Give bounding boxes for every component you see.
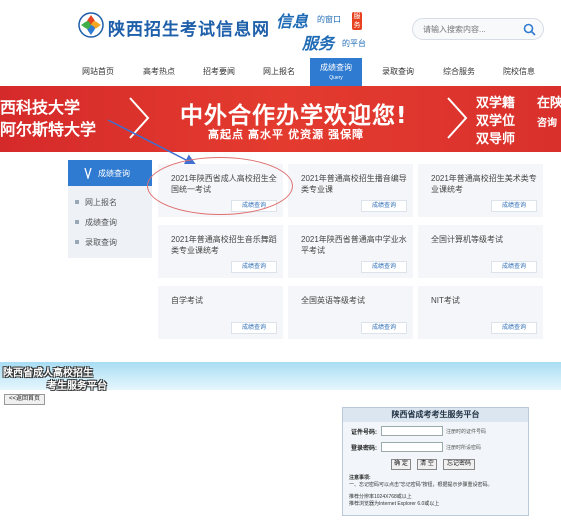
exam-card: NIT考试 成绩查询 [418, 286, 543, 339]
sidebar-item-score-query[interactable]: 成绩查询 [75, 217, 117, 228]
exam-card: 全国英语等级考试 成绩查询 [288, 286, 413, 339]
login-notes: 注意事项: 一、忘记密码可以点击"忘记密码"按钮，根据提示步骤重设密码。 推荐分… [349, 475, 525, 508]
exam-card-title: NIT考试 [431, 296, 460, 305]
banner-right-line3: 双导师 [476, 131, 516, 146]
nav-item-score-query[interactable]: 成绩查询 Query [310, 58, 362, 86]
sidebar-item-register[interactable]: 网上报名 [75, 197, 117, 208]
exam-card-title: 2021年普通高校招生音乐舞蹈类专业课统考 [171, 235, 277, 255]
exam-card: 2021年陕西省普通高中学业水平考试 成绩查询 [288, 225, 413, 278]
exam-card: 全国计算机等级考试 成绩查询 [418, 225, 543, 278]
exam-card: 2021年普通高校招生美术类专业课统考 成绩查询 [418, 164, 543, 217]
banner-right-line2: 双学位 [476, 113, 516, 128]
exam-card-title: 全国计算机等级考试 [431, 235, 503, 244]
password-field[interactable] [381, 442, 443, 452]
nav-item-schools[interactable]: 院校信息 [503, 66, 535, 77]
sidebar: 成绩查询 网上报名 成绩查询 录取查询 [68, 160, 152, 258]
slogan-line2: 服务 [302, 34, 335, 53]
forgot-password-button[interactable]: 忘记密码 [443, 459, 475, 470]
exam-card: 自学考试 成绩查询 [158, 286, 283, 339]
score-query-button[interactable]: 成绩查询 [491, 322, 537, 334]
platform-header-strip: 陕西省成人高校招生 考生服务平台 [0, 362, 561, 392]
score-query-button[interactable]: 成绩查询 [361, 200, 407, 212]
back-home-button[interactable]: <<返回首页 [4, 394, 45, 405]
score-query-button[interactable]: 成绩查询 [361, 261, 407, 273]
site-logo-icon[interactable] [78, 12, 104, 38]
sidebar-item-admission[interactable]: 录取查询 [75, 237, 117, 248]
search-icon[interactable] [523, 23, 536, 36]
note-item: 一、忘记密码可以点击"忘记密码"按钮，根据提示步骤重设密码。 [349, 482, 493, 488]
score-query-button[interactable]: 成绩查询 [491, 261, 537, 273]
nav-active-label: 成绩查询 [320, 63, 352, 72]
login-panel-title: 陕西省成考考生服务平台 [343, 408, 528, 422]
password-label: 登录密码: [351, 446, 377, 452]
main-nav: 网站首页 高考热点 招考要闻 网上报名 成绩查询 Query 录取查询 综合服务… [0, 58, 561, 86]
confirm-button[interactable]: 确 定 [391, 459, 411, 470]
nav-item-hot[interactable]: 高考热点 [143, 66, 175, 77]
page: 陕西招生考试信息网 信息 的窗口 服务 服务 的平台 网站首页 高考热点 招考要… [0, 0, 561, 530]
site-header: 陕西招生考试信息网 信息 的窗口 服务 服务 的平台 [0, 0, 561, 58]
exam-card: 2021年普通高校招生音乐舞蹈类专业课统考 成绩查询 [158, 225, 283, 278]
banner-edge-line1: 在陕 [537, 95, 561, 110]
nav-item-admission[interactable]: 录取查询 [382, 66, 414, 77]
banner-left-line2: 阿尔斯特大学 [0, 120, 97, 139]
banner-left-line1: 西科技大学 [0, 98, 81, 117]
exam-card: 2021年普通高校招生播音编导类专业课 成绩查询 [288, 164, 413, 217]
note-item: 推荐浏览器为Internet Explorer 6.0或以上 [349, 501, 440, 507]
slogan-line1-small: 的窗口 [317, 15, 341, 24]
id-number-label: 证件号码: [351, 430, 377, 436]
notes-heading: 注意事项: [349, 475, 371, 481]
chevron-right-icon [447, 97, 468, 139]
search-box [412, 18, 544, 40]
login-panel: 陕西省成考考生服务平台 证件号码: 注册时的证件号码 登录密码: 注册时所设密码… [342, 407, 529, 516]
exam-card-title: 2021年普通高校招生播音编导类专业课 [301, 174, 407, 194]
id-number-hint: 注册时的证件号码 [446, 429, 487, 435]
clear-button[interactable]: 清 空 [417, 459, 437, 470]
exam-card-title: 自学考试 [171, 296, 203, 305]
banner-subline: 高起点 高水平 优资源 强保障 [208, 129, 365, 141]
exam-card-title: 2021年陕西省普通高中学业水平考试 [301, 235, 407, 255]
slogan: 信息 的窗口 服务 服务 的平台 [272, 8, 372, 53]
nav-item-news[interactable]: 招考要闻 [203, 66, 235, 77]
annotation-circle [147, 157, 293, 215]
nav-item-services[interactable]: 综合服务 [443, 66, 475, 77]
platform-title-line2: 考生服务平台 [47, 381, 107, 392]
banner-edge-line2: 咨询 [537, 118, 557, 129]
sidebar-heading[interactable]: 成绩查询 [68, 160, 152, 186]
password-hint: 注册时所设密码 [446, 445, 482, 451]
nav-active-sub: Query [329, 75, 343, 81]
slogan-line1: 信息 [276, 12, 309, 31]
sidebar-heading-label: 成绩查询 [98, 169, 130, 178]
site-title[interactable]: 陕西招生考试信息网 [108, 15, 270, 40]
search-input[interactable] [423, 22, 519, 37]
id-number-field[interactable] [381, 426, 443, 436]
nav-item-register[interactable]: 网上报名 [263, 66, 295, 77]
pen-icon [84, 167, 92, 179]
banner-right-line1: 双学籍 [476, 95, 516, 110]
banner-headline: 中外合作办学欢迎您! [180, 103, 408, 129]
score-query-button[interactable]: 成绩查询 [231, 261, 277, 273]
slogan-badge: 服务 [352, 12, 362, 30]
score-query-button[interactable]: 成绩查询 [361, 322, 407, 334]
promo-banner[interactable]: 西科技大学 阿尔斯特大学 中外合作办学欢迎您! 高起点 高水平 优资源 强保障 … [0, 86, 561, 152]
slogan-line2-small: 的平台 [342, 39, 366, 48]
note-item: 推荐分辨率1024X768或以上 [349, 494, 412, 500]
nav-item-home[interactable]: 网站首页 [82, 66, 114, 77]
exam-card-title: 2021年普通高校招生美术类专业课统考 [431, 174, 537, 194]
score-query-button[interactable]: 成绩查询 [231, 322, 277, 334]
exam-card-title: 全国英语等级考试 [301, 296, 365, 305]
score-query-button[interactable]: 成绩查询 [491, 200, 537, 212]
